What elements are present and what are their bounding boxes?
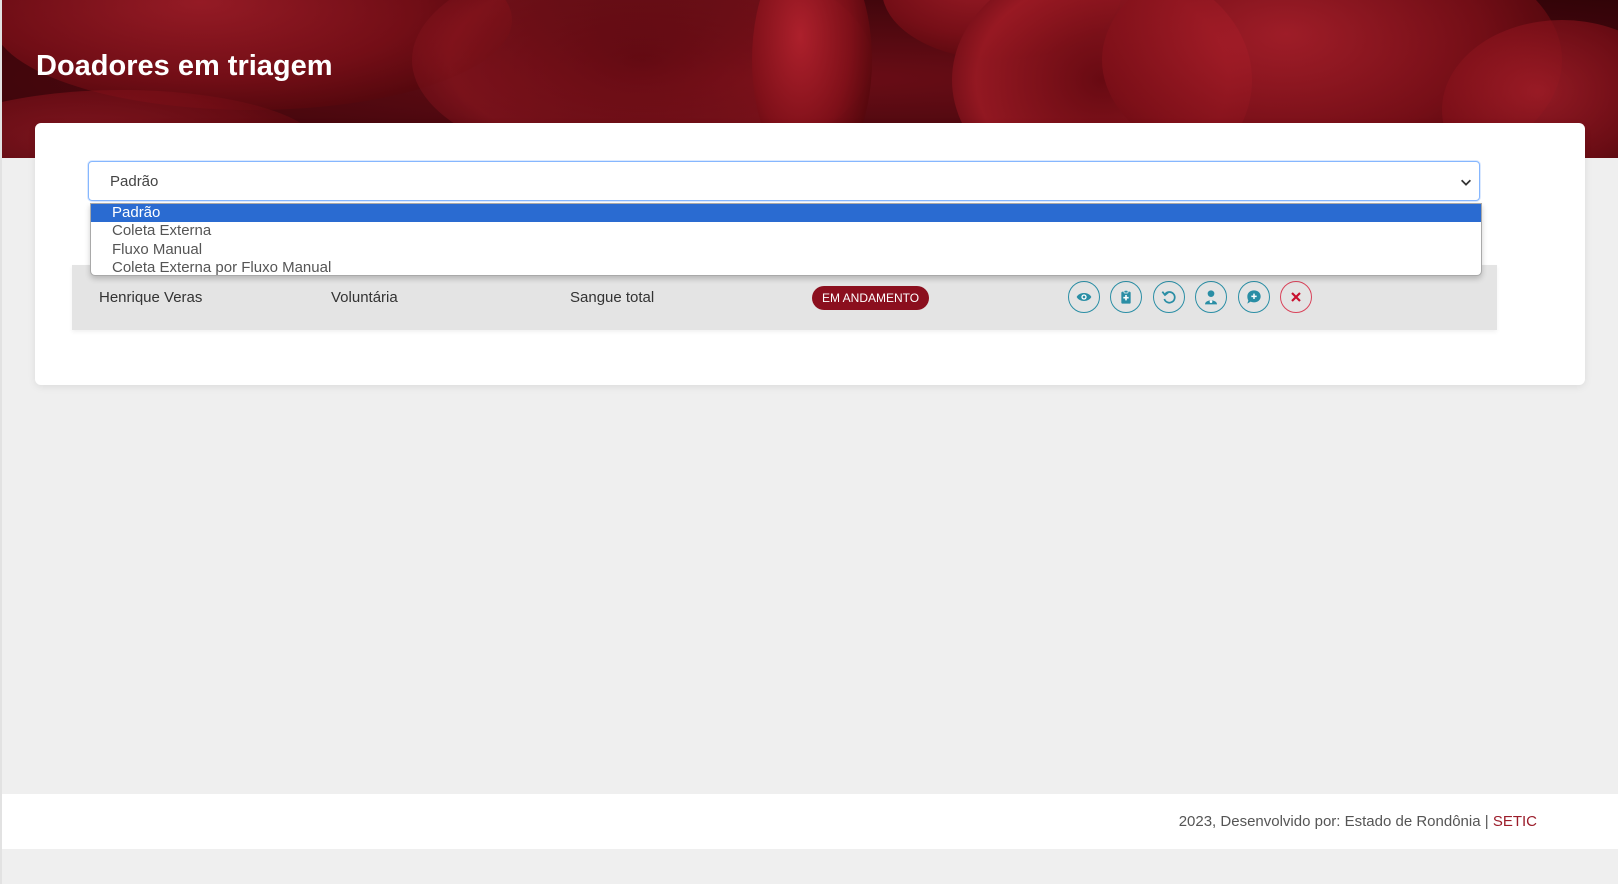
clipboard-plus-icon: [1121, 290, 1131, 304]
footer-text: 2023, Desenvolvido por: Estado de Rondôn…: [1179, 813, 1537, 830]
doctor-icon: [1205, 290, 1217, 305]
setic-link[interactable]: SETIC: [1493, 813, 1537, 830]
page: Doadores em triagem Padrão Henrique Vera…: [0, 0, 1618, 884]
triage-button[interactable]: [1110, 281, 1142, 313]
option-padrao[interactable]: Padrão: [91, 204, 1481, 223]
option-fluxo-manual[interactable]: Fluxo Manual: [91, 241, 1481, 259]
flow-select-value: Padrão: [110, 173, 159, 190]
flow-select-dropdown: Padrão Coleta Externa Fluxo Manual Colet…: [90, 203, 1482, 276]
flow-select[interactable]: Padrão: [88, 161, 1480, 201]
footer: 2023, Desenvolvido por: Estado de Rondôn…: [2, 794, 1618, 849]
option-coleta-externa[interactable]: Coleta Externa: [91, 222, 1481, 240]
comment-plus-icon: [1247, 290, 1261, 304]
revert-button[interactable]: [1153, 281, 1185, 313]
doctor-button[interactable]: [1195, 281, 1227, 313]
page-title: Doadores em triagem: [36, 50, 333, 82]
donation-type: Sangue total: [570, 289, 655, 306]
chevron-down-icon: [1461, 179, 1471, 186]
close-icon: [1291, 292, 1301, 302]
status-badge: EM ANDAMENTO: [812, 286, 930, 310]
view-button[interactable]: [1068, 281, 1100, 313]
donor-type: Voluntária: [331, 289, 398, 306]
undo-icon: [1161, 291, 1176, 304]
donor-name: Henrique Veras: [99, 289, 203, 306]
footer-credits: 2023, Desenvolvido por: Estado de Rondôn…: [1178, 813, 1489, 830]
comment-button[interactable]: [1238, 281, 1270, 313]
option-coleta-externa-fluxo-manual[interactable]: Coleta Externa por Fluxo Manual: [91, 259, 1481, 275]
cancel-button[interactable]: [1280, 281, 1312, 313]
eye-icon: [1076, 293, 1092, 301]
